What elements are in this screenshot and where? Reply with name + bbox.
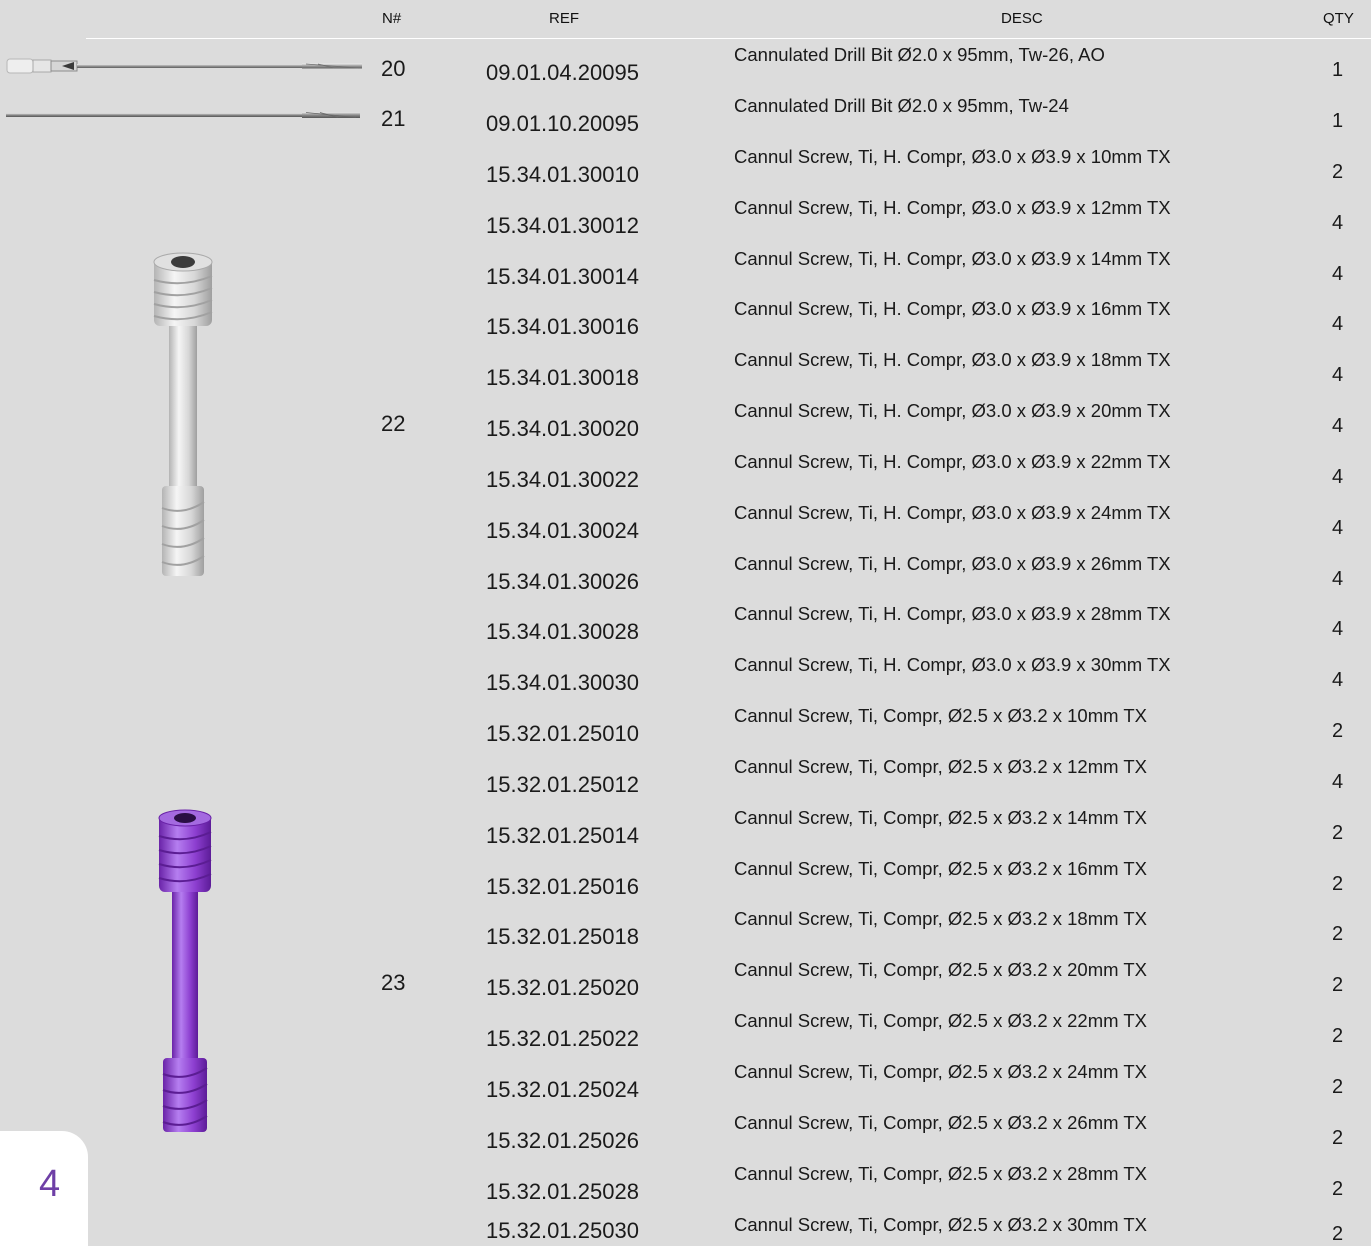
desc-cell: Cannul Screw, Ti, Compr, Ø2.5 x Ø3.2 x 1…	[734, 705, 1147, 726]
desc-cell: Cannul Screw, Ti, H. Compr, Ø3.0 x Ø3.9 …	[734, 197, 1171, 218]
item-number: 22	[381, 411, 406, 436]
desc-cell: Cannul Screw, Ti, Compr, Ø2.5 x Ø3.2 x 2…	[734, 1010, 1147, 1031]
column-header-qty: QTY	[1323, 10, 1354, 27]
qty-cell: 2	[1332, 822, 1344, 844]
qty-cell: 4	[1332, 263, 1344, 285]
desc-cell: Cannulated Drill Bit Ø2.0 x 95mm, Tw-24	[734, 95, 1069, 116]
desc-cell: Cannul Screw, Ti, H. Compr, Ø3.0 x Ø3.9 …	[734, 654, 1171, 675]
ref-cell: 15.32.01.25024	[486, 1077, 639, 1102]
table-row: 15.32.01.25010 Cannul Screw, Ti, Compr, Ø…	[0, 705, 1371, 755]
column-header-ref: REF	[549, 10, 579, 27]
silver-screw-image	[153, 252, 213, 576]
qty-cell: 2	[1332, 1025, 1344, 1047]
column-header-desc: DESC	[1001, 10, 1043, 27]
table-row: 15.34.01.30010 Cannul Screw, Ti, H. Compr…	[0, 146, 1371, 196]
desc-cell: Cannul Screw, Ti, Compr, Ø2.5 x Ø3.2 x 1…	[734, 807, 1147, 828]
qty-cell: 4	[1332, 313, 1344, 335]
desc-cell: Cannul Screw, Ti, Compr, Ø2.5 x Ø3.2 x 2…	[734, 1112, 1147, 1133]
desc-cell: Cannul Screw, Ti, H. Compr, Ø3.0 x Ø3.9 …	[734, 451, 1171, 472]
ref-cell: 15.32.01.25026	[486, 1128, 639, 1153]
table-row: 15.34.01.30012 Cannul Screw, Ti, H. Compr…	[0, 197, 1371, 247]
qty-cell: 2	[1332, 161, 1344, 183]
desc-cell: Cannul Screw, Ti, Compr, Ø2.5 x Ø3.2 x 1…	[734, 756, 1147, 777]
qty-cell: 4	[1332, 618, 1344, 640]
desc-cell: Cannul Screw, Ti, H. Compr, Ø3.0 x Ø3.9 …	[734, 502, 1171, 523]
qty-cell: 4	[1332, 517, 1344, 539]
ref-cell: 15.32.01.25010	[486, 721, 639, 746]
qty-cell: 2	[1332, 1127, 1344, 1149]
page-number: 4	[39, 1163, 61, 1205]
desc-cell: Cannul Screw, Ti, H. Compr, Ø3.0 x Ø3.9 …	[734, 298, 1171, 319]
header-divider	[86, 38, 1371, 39]
ref-cell: 09.01.04.20095	[486, 60, 639, 85]
qty-cell: 1	[1332, 110, 1344, 132]
item-number: 23	[381, 970, 406, 995]
table-row: 15.34.01.30030 Cannul Screw, Ti, H. Compr…	[0, 654, 1371, 704]
qty-cell: 4	[1332, 669, 1344, 691]
ref-cell: 15.32.01.25016	[486, 874, 639, 899]
qty-cell: 1	[1332, 59, 1344, 81]
qty-cell: 4	[1332, 771, 1344, 793]
ref-cell: 15.34.01.30020	[486, 416, 639, 441]
ref-cell: 15.32.01.25012	[486, 772, 639, 797]
ref-cell: 15.32.01.25018	[486, 924, 639, 949]
purple-screw-image	[158, 809, 212, 1132]
desc-cell: Cannul Screw, Ti, H. Compr, Ø3.0 x Ø3.9 …	[734, 400, 1171, 421]
desc-cell: Cannul Screw, Ti, Compr, Ø2.5 x Ø3.2 x 1…	[734, 908, 1147, 929]
ref-cell: 15.32.01.25020	[486, 975, 639, 1000]
ref-cell: 15.34.01.30024	[486, 518, 639, 543]
table-row: 15.34.01.30028 Cannul Screw, Ti, H. Compr…	[0, 603, 1371, 653]
desc-cell: Cannul Screw, Ti, H. Compr, Ø3.0 x Ø3.9 …	[734, 146, 1171, 167]
ref-cell: 09.01.10.20095	[486, 111, 639, 136]
qty-cell: 4	[1332, 364, 1344, 386]
ref-cell: 15.34.01.30018	[486, 365, 639, 390]
qty-cell: 4	[1332, 466, 1344, 488]
qty-cell: 2	[1332, 923, 1344, 945]
table-row: 15.32.01.25030 Cannul Screw, Ti, Compr, Ø…	[0, 1196, 1371, 1246]
qty-cell: 4	[1332, 568, 1344, 590]
desc-cell: Cannul Screw, Ti, Compr, Ø2.5 x Ø3.2 x 2…	[734, 1061, 1147, 1082]
qty-cell: 2	[1332, 720, 1344, 742]
drill-bit-ao-image	[6, 58, 362, 74]
qty-cell: 2	[1332, 974, 1344, 996]
qty-cell: 2	[1332, 1076, 1344, 1098]
desc-cell: Cannul Screw, Ti, Compr, Ø2.5 x Ø3.2 x 1…	[734, 858, 1147, 879]
ref-cell: 15.34.01.30012	[486, 213, 639, 238]
desc-cell: Cannul Screw, Ti, H. Compr, Ø3.0 x Ø3.9 …	[734, 349, 1171, 370]
ref-cell: 15.34.01.30022	[486, 467, 639, 492]
drill-bit-image	[6, 112, 360, 118]
column-header-n: N#	[382, 10, 402, 27]
qty-cell: 4	[1332, 212, 1344, 234]
table-row: 15.32.01.25012 Cannul Screw, Ti, Compr, Ø…	[0, 756, 1371, 806]
desc-cell: Cannul Screw, Ti, Compr, Ø2.5 x Ø3.2 x 3…	[734, 1214, 1147, 1235]
desc-cell: Cannul Screw, Ti, H. Compr, Ø3.0 x Ø3.9 …	[734, 248, 1171, 269]
ref-cell: 15.34.01.30010	[486, 162, 639, 187]
ref-cell: 15.34.01.30030	[486, 670, 639, 695]
qty-cell: 2	[1332, 1223, 1344, 1245]
qty-cell: 2	[1332, 873, 1344, 895]
desc-cell: Cannulated Drill Bit Ø2.0 x 95mm, Tw-26,…	[734, 44, 1105, 65]
desc-cell: Cannul Screw, Ti, H. Compr, Ø3.0 x Ø3.9 …	[734, 553, 1171, 574]
item-number: 20	[381, 56, 406, 81]
desc-cell: Cannul Screw, Ti, Compr, Ø2.5 x Ø3.2 x 2…	[734, 959, 1147, 980]
ref-cell: 15.32.01.25014	[486, 823, 639, 848]
ref-cell: 15.34.01.30016	[486, 314, 639, 339]
qty-cell: 4	[1332, 415, 1344, 437]
ref-cell: 15.32.01.25022	[486, 1026, 639, 1051]
ref-cell: 15.34.01.30014	[486, 264, 639, 289]
desc-cell: Cannul Screw, Ti, H. Compr, Ø3.0 x Ø3.9 …	[734, 603, 1171, 624]
item-number: 21	[381, 106, 406, 131]
ref-cell: 15.34.01.30026	[486, 569, 639, 594]
ref-cell: 15.34.01.30028	[486, 619, 639, 644]
desc-cell: Cannul Screw, Ti, Compr, Ø2.5 x Ø3.2 x 2…	[734, 1163, 1147, 1184]
ref-cell: 15.32.01.25030	[486, 1218, 639, 1243]
